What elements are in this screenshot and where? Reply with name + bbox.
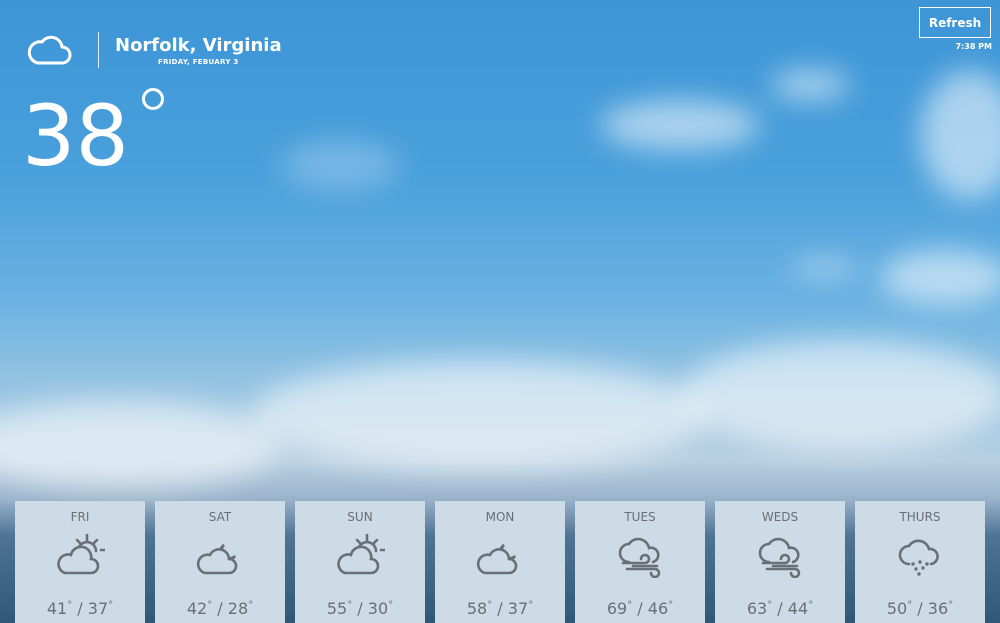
forecast-day-name: TUES: [624, 510, 656, 524]
windy-cloud-icon: [755, 532, 805, 578]
partly-sunny-icon: [335, 532, 385, 578]
location-header: Norfolk, Virginia FRIDAY, FEBUARY 3: [26, 32, 282, 68]
forecast-low: 37: [507, 599, 529, 618]
partly-cloudy-night-icon: [195, 532, 245, 578]
forecast-day-name: SUN: [347, 510, 373, 524]
forecast-temperatures: 50° / 36°: [886, 599, 954, 618]
current-temperature: 38: [22, 87, 129, 185]
forecast-card: FRI 41° / 37°: [15, 501, 145, 623]
forecast-low: 46: [647, 599, 669, 618]
forecast-temperatures: 58° / 37°: [466, 599, 534, 618]
refresh-button[interactable]: Refresh: [919, 7, 991, 38]
degree-symbol: [142, 88, 164, 110]
forecast-card: SAT 42° / 28°: [155, 501, 285, 623]
forecast-high: 50: [886, 599, 908, 618]
forecast-day-name: FRI: [70, 510, 90, 524]
cloud-icon: [26, 33, 72, 67]
partly-sunny-icon: [55, 532, 105, 578]
forecast-high: 63: [746, 599, 768, 618]
forecast-high: 42: [186, 599, 208, 618]
forecast-day-name: SAT: [208, 510, 232, 524]
forecast-row: FRI 41° / 37° SAT 42° / 28° SUN 55° / 30…: [15, 501, 985, 623]
forecast-low: 37: [87, 599, 109, 618]
forecast-high: 41: [46, 599, 68, 618]
forecast-day-name: THURS: [899, 510, 941, 524]
current-time: 7:38 PM: [955, 42, 992, 51]
forecast-temperatures: 41° / 37°: [46, 599, 114, 618]
snow-cloud-icon: [895, 532, 945, 578]
forecast-card: TUES 69° / 46°: [575, 501, 705, 623]
forecast-card: THURS 50° / 36°: [855, 501, 985, 623]
forecast-low: 36: [927, 599, 949, 618]
forecast-low: 44: [787, 599, 809, 618]
forecast-high: 55: [326, 599, 348, 618]
forecast-high: 69: [606, 599, 628, 618]
partly-cloudy-night-icon: [475, 532, 525, 578]
forecast-card: SUN 55° / 30°: [295, 501, 425, 623]
forecast-temperatures: 63° / 44°: [746, 599, 814, 618]
forecast-low: 28: [227, 599, 249, 618]
current-date: FRIDAY, FEBUARY 3: [157, 57, 239, 66]
forecast-temperatures: 42° / 28°: [186, 599, 254, 618]
location-name: Norfolk, Virginia: [115, 34, 282, 56]
header-divider: [98, 32, 99, 68]
forecast-low: 30: [367, 599, 389, 618]
forecast-day-name: MON: [485, 510, 515, 524]
windy-cloud-icon: [615, 532, 665, 578]
forecast-day-name: WEDS: [761, 510, 799, 524]
forecast-temperatures: 55° / 30°: [326, 599, 394, 618]
forecast-card: WEDS 63° / 44°: [715, 501, 845, 623]
forecast-card: MON 58° / 37°: [435, 501, 565, 623]
forecast-temperatures: 69° / 46°: [606, 599, 674, 618]
forecast-high: 58: [466, 599, 488, 618]
